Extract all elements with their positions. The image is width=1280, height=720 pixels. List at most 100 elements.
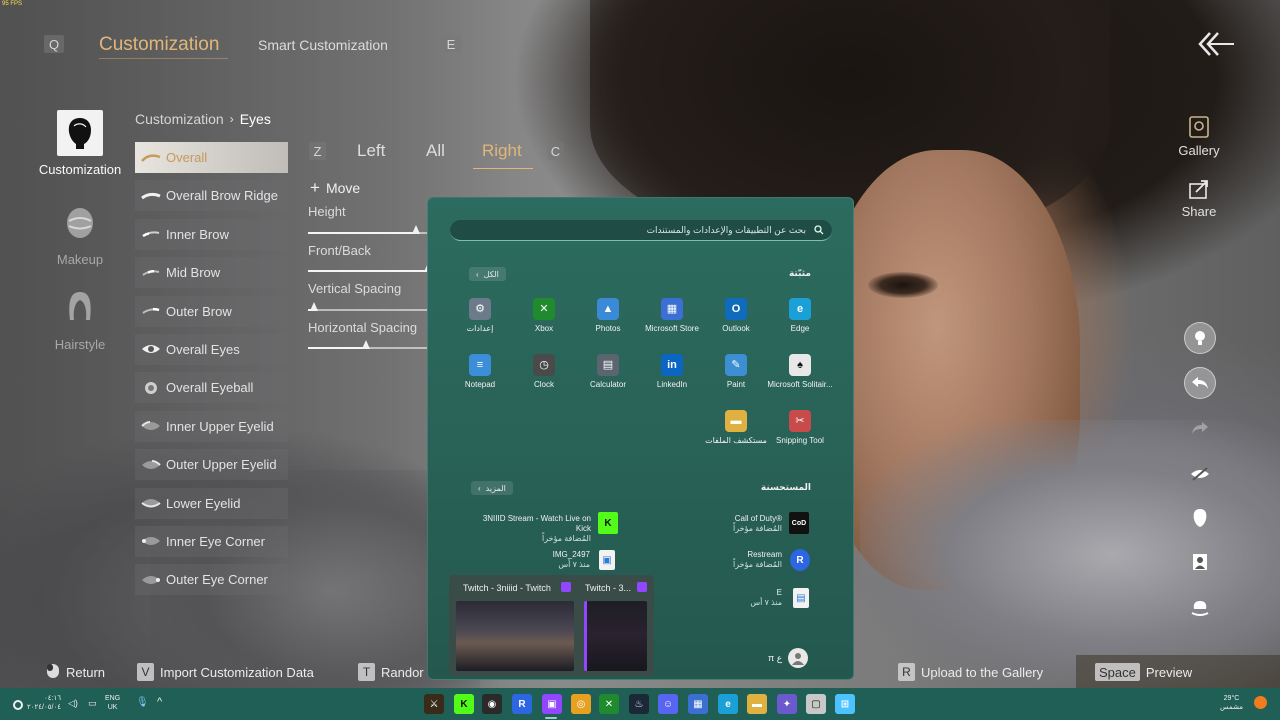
side-tab-left[interactable]: Left <box>357 141 385 161</box>
twitch-window-thumbnail-1[interactable] <box>456 601 574 671</box>
user-account-button[interactable]: π ع <box>768 648 809 668</box>
folder-icon[interactable]: ▬ <box>747 694 767 714</box>
start-search-input[interactable]: بحث عن التطبيقات والإعدادات والمستندات <box>450 220 832 241</box>
face-view-button[interactable] <box>1184 502 1216 534</box>
twitch-icon[interactable]: ▣ <box>542 694 562 714</box>
preview-hint[interactable]: Space Preview <box>1095 663 1192 681</box>
category-makeup[interactable]: Makeup <box>30 200 130 267</box>
next-tab-key[interactable]: E <box>441 35 461 53</box>
copilot-icon[interactable]: ✦ <box>777 694 797 714</box>
slider-handle[interactable] <box>361 340 370 349</box>
redo-button[interactable] <box>1184 412 1216 444</box>
move-button[interactable]: + Move <box>310 179 360 196</box>
slider-horizontal-spacing[interactable] <box>308 340 428 349</box>
windows-start-icon[interactable]: ⊞ <box>835 694 855 714</box>
slider-handle[interactable] <box>310 302 318 311</box>
category-customization[interactable]: Customization <box>30 110 130 177</box>
chrome-icon[interactable]: ◎ <box>571 694 591 714</box>
twitch-window-title-1[interactable]: Twitch - 3niiid - Twitch <box>463 583 551 593</box>
head-rotate-button[interactable] <box>1184 592 1216 624</box>
lighting-button[interactable] <box>1184 322 1216 354</box>
more-button[interactable]: ‹ المزيد <box>471 481 513 495</box>
side-tab-right[interactable]: Right <box>482 141 522 161</box>
slider-handle[interactable] <box>412 225 420 234</box>
part-item-outer-brow[interactable]: Outer Brow <box>135 295 288 327</box>
all-apps-button[interactable]: ‹ الكل <box>469 267 506 281</box>
return-hint[interactable]: Return <box>46 663 105 682</box>
part-item-inner-brow[interactable]: Inner Brow <box>135 218 288 250</box>
slider-height[interactable] <box>308 225 428 234</box>
part-item-overall[interactable]: Overall <box>135 142 288 173</box>
pinned-app-clock[interactable]: ◷ Clock <box>508 354 580 390</box>
slider-vertical-spacing[interactable] <box>308 302 428 311</box>
obs-icon[interactable]: ◉ <box>482 694 502 714</box>
pinned-app-settings[interactable]: ⚙ إعدادات <box>444 298 516 334</box>
game-icon[interactable]: ⚔ <box>424 694 444 714</box>
prev-side-key[interactable]: Z <box>309 142 326 160</box>
pinned-app-store[interactable]: ▦ Microsoft Store <box>636 298 708 334</box>
part-item-outer-upper-eyelid[interactable]: Outer Upper Eyelid <box>135 449 288 481</box>
steam-icon[interactable]: ♨ <box>629 694 649 714</box>
part-item-overall-eyeball[interactable]: Overall Eyeball <box>135 372 288 404</box>
twitch-window-title-2[interactable]: Twitch - 3... <box>585 583 631 593</box>
pinned-app-solitaire[interactable]: ♠ Microsoft Solitair... <box>764 354 836 390</box>
kick-icon[interactable]: K <box>454 694 474 714</box>
pinned-app-photos[interactable]: ▲ Photos <box>572 298 644 334</box>
recommended-item-img-2497[interactable]: IMG_2497 منذ ٧ أس <box>508 550 590 570</box>
portrait-button[interactable] <box>1184 546 1216 578</box>
undo-button[interactable] <box>1184 367 1216 399</box>
gear-icon[interactable] <box>12 698 24 710</box>
next-side-key[interactable]: C <box>547 142 564 160</box>
pinned-app-folder[interactable]: ▬ مستكشف الملفات <box>700 410 772 446</box>
pinned-app-outlook[interactable]: O Outlook <box>700 298 772 334</box>
taskbar-clock[interactable]: ٠٤:١٦ ٢٠٢٤/٠٥/٠٤ <box>27 694 61 712</box>
part-item-lower-eyelid[interactable]: Lower Eyelid <box>135 487 288 519</box>
category-hairstyle[interactable]: Hairstyle <box>30 285 130 352</box>
discord-icon[interactable]: ☺ <box>658 694 678 714</box>
tab-smart-customization[interactable]: Smart Customization <box>258 37 388 53</box>
upload-hint[interactable]: R Upload to the Gallery <box>898 663 1043 681</box>
gallery-button[interactable]: Gallery <box>1170 115 1228 158</box>
pinned-app-paint[interactable]: ✎ Paint <box>700 354 772 390</box>
import-hint[interactable]: V Import Customization Data <box>137 663 314 681</box>
xbox-icon[interactable]: ✕ <box>599 694 619 714</box>
exit-button[interactable] <box>1196 30 1236 58</box>
part-item-inner-eye-corner[interactable]: Inner Eye Corner <box>135 525 288 557</box>
network-icon[interactable]: ▭ <box>88 698 97 709</box>
part-item-overall-brow-ridge[interactable]: Overall Brow Ridge <box>135 180 288 212</box>
pinned-app-notepad[interactable]: ≡ Notepad <box>444 354 516 390</box>
twitch-window-thumbnail-2[interactable] <box>584 601 647 671</box>
window-icon[interactable]: ▢ <box>806 694 826 714</box>
notepad-icon: ≡ <box>469 354 491 376</box>
language-indicator[interactable]: ENG UK <box>105 694 120 712</box>
prev-tab-key[interactable]: Q <box>44 35 64 53</box>
slider-front-back[interactable] <box>308 263 432 272</box>
pinned-app-edge[interactable]: e Edge <box>764 298 836 334</box>
weather-widget[interactable]: 29°C مشمس <box>1220 694 1243 712</box>
edge-icon[interactable]: e <box>718 694 738 714</box>
part-item-inner-upper-eyelid[interactable]: Inner Upper Eyelid <box>135 410 288 442</box>
pinned-app-linkedin[interactable]: in LinkedIn <box>636 354 708 390</box>
chevron-up-icon[interactable]: ^ <box>157 696 162 708</box>
pinned-app-xbox[interactable]: ✕ Xbox <box>508 298 580 334</box>
restream-icon[interactable]: R <box>512 694 532 714</box>
lang-region: UK <box>107 704 118 711</box>
part-item-outer-eye-corner[interactable]: Outer Eye Corner <box>135 564 288 596</box>
share-button[interactable]: Share <box>1170 178 1228 219</box>
random-hint[interactable]: T Randor <box>358 663 424 681</box>
pinned-app-snipping[interactable]: ✂ Snipping Tool <box>764 410 836 446</box>
microphone-icon[interactable]: 🎙 <box>136 697 149 708</box>
recommended-item-kick[interactable]: 3NIIID Stream - Watch Live on Kick المُض… <box>467 514 591 544</box>
recommended-item-restream[interactable]: Restream المُضافة مؤخراً <box>708 550 782 570</box>
pinned-app-calculator[interactable]: ▤ Calculator <box>572 354 644 390</box>
breadcrumb-root[interactable]: Customization <box>135 111 224 127</box>
recommended-item-call-of-duty[interactable]: Call of Duty® المُضافة مؤخراً <box>708 514 782 534</box>
recommended-item-e[interactable]: E منذ ٧ أس <box>728 588 782 608</box>
part-item-overall-eyes[interactable]: Overall Eyes <box>135 333 288 365</box>
part-item-mid-brow[interactable]: Mid Brow <box>135 257 288 289</box>
speaker-icon[interactable]: ◁) <box>68 698 78 709</box>
side-tab-all[interactable]: All <box>426 141 445 161</box>
tab-customization[interactable]: Customization <box>99 34 219 56</box>
hide-ui-button[interactable] <box>1184 458 1216 490</box>
store-icon[interactable]: ▦ <box>688 694 708 714</box>
